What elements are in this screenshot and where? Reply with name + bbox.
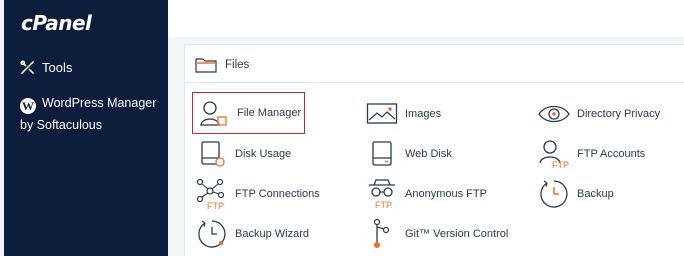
tools-icon	[20, 60, 34, 74]
backup-link[interactable]: Backup	[537, 174, 684, 214]
web-disk-icon	[365, 137, 399, 171]
git-icon	[365, 217, 399, 251]
eye-icon	[537, 97, 571, 131]
ftp-connections-icon: FTP	[195, 177, 229, 211]
sidebar-item-tools[interactable]: Tools	[20, 60, 72, 75]
svg-text:FTP: FTP	[375, 200, 392, 210]
item-label: File Manager	[237, 107, 302, 119]
item-label: Git™ Version Control	[405, 228, 509, 240]
item-label: Anonymous FTP	[405, 188, 487, 200]
file-manager-link[interactable]: File Manager	[192, 92, 305, 134]
item-label: Disk Usage	[235, 148, 292, 160]
item-label: Web Disk	[405, 148, 452, 160]
sidebar-item-label: Tools	[42, 60, 73, 75]
top-bar	[168, 0, 684, 37]
backup-wizard-link[interactable]: Backup Wizard	[195, 214, 360, 254]
images-link[interactable]: Images	[365, 94, 530, 134]
files-panel: Files File Manager Images Directory Priv…	[184, 44, 684, 256]
sidebar: cPanel Tools W WordPress Manager by Softa…	[4, 0, 168, 256]
svg-text:FTP: FTP	[207, 201, 224, 210]
item-label: Images	[405, 108, 442, 120]
git-version-control-link[interactable]: Git™ Version Control	[365, 214, 530, 254]
svg-text:FTP: FTP	[552, 160, 569, 169]
backup-wizard-icon	[195, 217, 229, 251]
anonymous-ftp-icon: FTP	[365, 177, 399, 211]
item-label: Backup Wizard	[235, 228, 309, 240]
wordpress-icon: W	[20, 98, 36, 114]
item-label: Backup	[577, 188, 614, 200]
directory-privacy-link[interactable]: Directory Privacy	[537, 94, 684, 134]
item-label: Directory Privacy	[577, 108, 661, 120]
file-manager-icon	[197, 96, 231, 130]
anonymous-ftp-link[interactable]: FTP Anonymous FTP	[365, 174, 530, 214]
ftp-accounts-icon: FTP	[537, 137, 571, 171]
sidebar-item-wordpress-manager[interactable]: W WordPress Manager by Softaculous	[20, 92, 166, 136]
backup-icon	[537, 177, 571, 211]
web-disk-link[interactable]: Web Disk	[365, 134, 530, 174]
item-label: FTP Accounts	[577, 148, 646, 160]
disk-usage-link[interactable]: Disk Usage	[195, 134, 360, 174]
disk-usage-icon	[195, 137, 229, 171]
images-icon	[365, 97, 399, 131]
ftp-connections-link[interactable]: FTP FTP Connections	[195, 174, 360, 214]
divider	[185, 82, 684, 83]
cpanel-logo[interactable]: cPanel	[21, 11, 92, 35]
sidebar-item-label: WordPress Manager by Softaculous	[20, 96, 157, 132]
ftp-accounts-link[interactable]: FTP FTP Accounts	[537, 134, 684, 174]
section-header[interactable]: Files	[195, 57, 249, 73]
folder-icon	[195, 58, 217, 73]
section-title: Files	[225, 59, 250, 71]
item-label: FTP Connections	[235, 188, 320, 200]
